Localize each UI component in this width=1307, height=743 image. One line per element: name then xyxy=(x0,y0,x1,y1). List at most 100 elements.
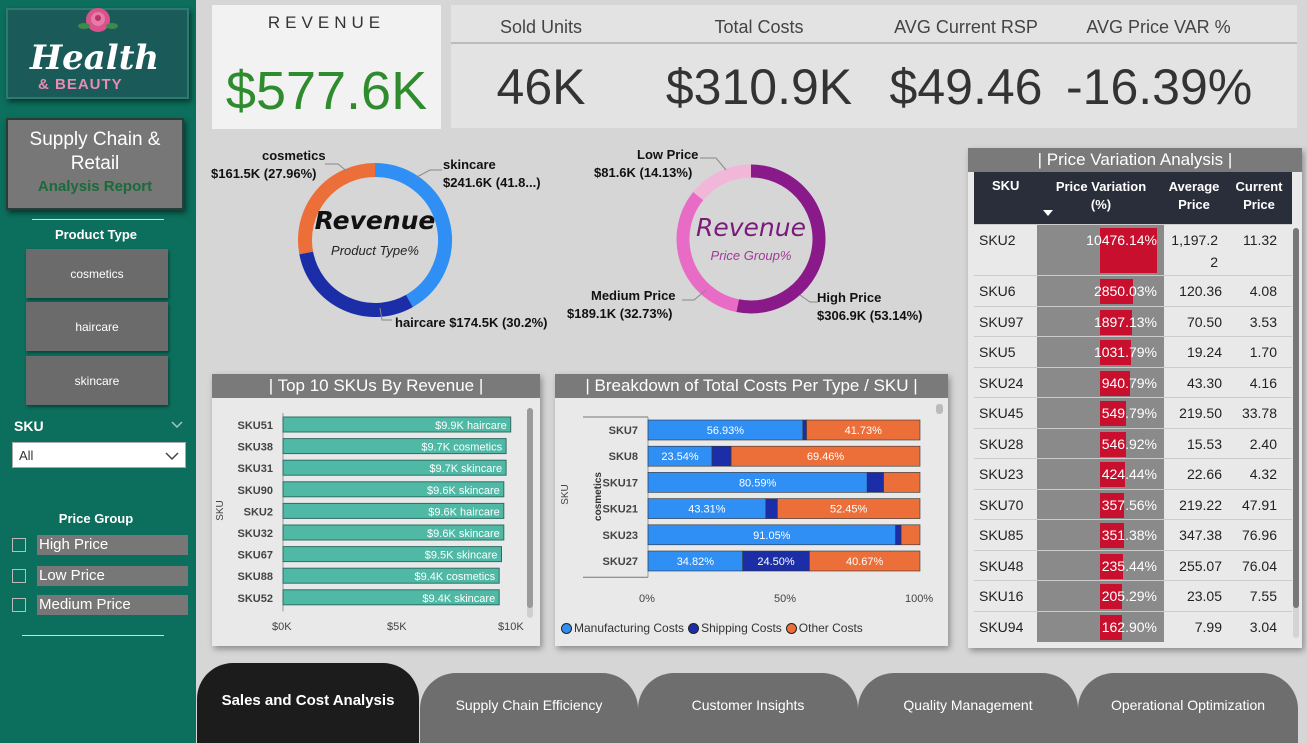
kpi-avg-price-var: AVG Price VAR % -16.39% xyxy=(1066,5,1252,116)
tab-quality-management[interactable]: Quality Management xyxy=(858,673,1078,743)
data-label: 80.59% xyxy=(739,477,777,489)
bar-segment[interactable] xyxy=(883,472,921,493)
tab-operational-optimization[interactable]: Operational Optimization xyxy=(1078,673,1298,743)
pv-current: 7.55 xyxy=(1249,588,1277,604)
kpi-value: $49.46 xyxy=(889,59,1043,115)
bar-segment[interactable] xyxy=(765,498,778,519)
pv-current: 47.91 xyxy=(1241,496,1277,513)
pv-current: 33.78 xyxy=(1241,405,1277,421)
pv-current: 4.32 xyxy=(1249,466,1277,482)
price-group-low-label: Low Price xyxy=(37,566,188,586)
pv-sku: SKU94 xyxy=(979,618,1024,635)
costs-legend: Manufacturing Costs Shipping Costs Other… xyxy=(561,621,863,635)
report-subtitle: Analysis Report xyxy=(37,178,153,195)
category-label: SKU23 xyxy=(603,530,638,542)
table-row[interactable]: SKU28 546.92% 15.53 2.40 xyxy=(974,427,1292,459)
sku-dropdown-value: All xyxy=(19,448,34,463)
table-row[interactable]: SKU5 1031.79% 19.24 1.70 xyxy=(974,336,1292,367)
data-label: 43.31% xyxy=(688,504,726,516)
category-label: SKU52 xyxy=(238,593,273,605)
costs-group-label: cosmetics xyxy=(592,472,604,521)
logo-title: Health xyxy=(30,38,160,78)
bar-segment[interactable] xyxy=(802,419,807,441)
leader-lines xyxy=(325,163,442,321)
costs-tick: 0% xyxy=(639,593,655,605)
data-label: $9.9K haircare xyxy=(435,420,507,432)
checkbox[interactable] xyxy=(12,538,26,552)
category-label: SKU7 xyxy=(609,425,638,437)
pv-value: 1031.79% xyxy=(1093,344,1157,360)
scrollbar[interactable] xyxy=(527,408,533,618)
price-group-high[interactable]: High Price xyxy=(12,535,188,555)
bar-segment[interactable] xyxy=(895,524,902,546)
kpi-label: Total Costs xyxy=(714,17,804,37)
legend-label: Shipping Costs xyxy=(701,621,782,635)
tab-supply-chain-efficiency[interactable]: Supply Chain Efficiency xyxy=(420,673,638,743)
data-label: 34.82% xyxy=(677,556,715,568)
pv-value: 546.92% xyxy=(1101,435,1157,452)
pv-average: 347.38 xyxy=(1179,527,1222,543)
scrollbar[interactable] xyxy=(1293,228,1299,638)
price-group-medium[interactable]: Medium Price xyxy=(12,595,188,615)
divider xyxy=(32,219,164,220)
pv-header-average[interactable]: Average Price xyxy=(1164,178,1224,214)
table-row[interactable]: SKU16 205.29% 23.05 7.55 xyxy=(974,580,1292,611)
pv-average: 120.36 xyxy=(1179,283,1222,299)
report-title: Supply Chain & Retail xyxy=(29,129,161,174)
table-row[interactable]: SKU6 2850.03% 120.36 4.08 xyxy=(974,275,1292,306)
bar-segment[interactable] xyxy=(900,524,921,546)
leader-lines xyxy=(682,157,818,303)
pv-value: 940.79% xyxy=(1101,374,1157,391)
pv-sku: SKU48 xyxy=(979,557,1024,574)
top10-tick: $10K xyxy=(498,621,524,633)
scrollbar[interactable] xyxy=(936,404,943,414)
pv-sku: SKU6 xyxy=(979,283,1016,299)
table-row[interactable]: SKU23 424.44% 22.66 4.32 xyxy=(974,458,1292,489)
table-row[interactable]: SKU2 10476.14% 1,197.2 2 11.32 xyxy=(974,224,1292,276)
table-row[interactable]: SKU97 1897.13% 70.50 3.53 xyxy=(974,305,1292,337)
sku-dropdown[interactable]: All xyxy=(12,442,186,468)
price-group-medium-label: Medium Price xyxy=(37,595,188,615)
pv-current: 76.96 xyxy=(1241,527,1277,543)
data-label: $9.6K haircare xyxy=(428,506,500,518)
bar-segment[interactable] xyxy=(866,472,884,493)
table-row[interactable]: SKU94 162.90% 7.99 3.04 xyxy=(974,610,1292,642)
top10-title: | Top 10 SKUs By Revenue | xyxy=(212,374,540,398)
pv-sku: SKU23 xyxy=(979,466,1024,482)
donut-slice-name: Medium Price xyxy=(591,288,676,303)
filter-cosmetics-button[interactable]: cosmetics xyxy=(26,249,168,298)
checkbox[interactable] xyxy=(12,598,26,612)
costs-stacked-bar-chart: SKU7 56.93% 41.73% SKU8 23.54% 69.46% SKU17 80.… xyxy=(583,416,921,578)
legend-marker xyxy=(785,622,797,634)
pv-current: 3.04 xyxy=(1249,618,1277,635)
table-row[interactable]: SKU70 357.56% 219.22 47.91 xyxy=(974,488,1292,520)
logo-subtitle: & BEAUTY xyxy=(38,76,123,93)
pv-sku: SKU70 xyxy=(979,496,1024,513)
filter-skincare-button[interactable]: skincare xyxy=(26,356,168,405)
category-label: SKU21 xyxy=(603,504,638,516)
filter-haircare-button[interactable]: haircare xyxy=(26,302,168,351)
pv-average: 219.50 xyxy=(1179,405,1222,421)
tab-customer-insights[interactable]: Customer Insights xyxy=(638,673,858,743)
checkbox[interactable] xyxy=(12,569,26,583)
legend-marker xyxy=(561,622,572,634)
pv-value: 424.44% xyxy=(1101,466,1157,482)
bar-segment[interactable] xyxy=(711,445,732,467)
rose-icon xyxy=(78,8,118,32)
price-group-low[interactable]: Low Price xyxy=(12,566,188,586)
top10-bar-chart: SKU51 $9.9K haircare SKU38 $9.7K cosmetics S… xyxy=(238,413,512,612)
tab-sales-and-cost-analysis[interactable]: Sales and Cost Analysis xyxy=(197,663,419,743)
table-row[interactable]: SKU24 940.79% 43.30 4.16 xyxy=(974,366,1292,398)
pv-average: 219.22 xyxy=(1179,496,1222,513)
table-row[interactable]: SKU48 235.44% 255.07 76.04 xyxy=(974,549,1292,581)
product-type-label: Product Type xyxy=(54,227,138,242)
table-row[interactable]: SKU45 549.79% 219.50 33.78 xyxy=(974,397,1292,428)
pv-header-variation[interactable]: Price Variation (%) xyxy=(1046,178,1156,214)
sort-descending-icon[interactable] xyxy=(1043,210,1053,217)
table-row[interactable]: SKU85 351.38% 347.38 76.96 xyxy=(974,519,1292,550)
pv-value: 1897.13% xyxy=(1093,313,1157,330)
donut-slice-label: $189.1K (32.73%) xyxy=(567,306,673,321)
pv-value: 351.38% xyxy=(1101,527,1157,543)
pv-header-current[interactable]: Current Price xyxy=(1230,178,1288,214)
pv-header-sku[interactable]: SKU xyxy=(992,178,1019,193)
